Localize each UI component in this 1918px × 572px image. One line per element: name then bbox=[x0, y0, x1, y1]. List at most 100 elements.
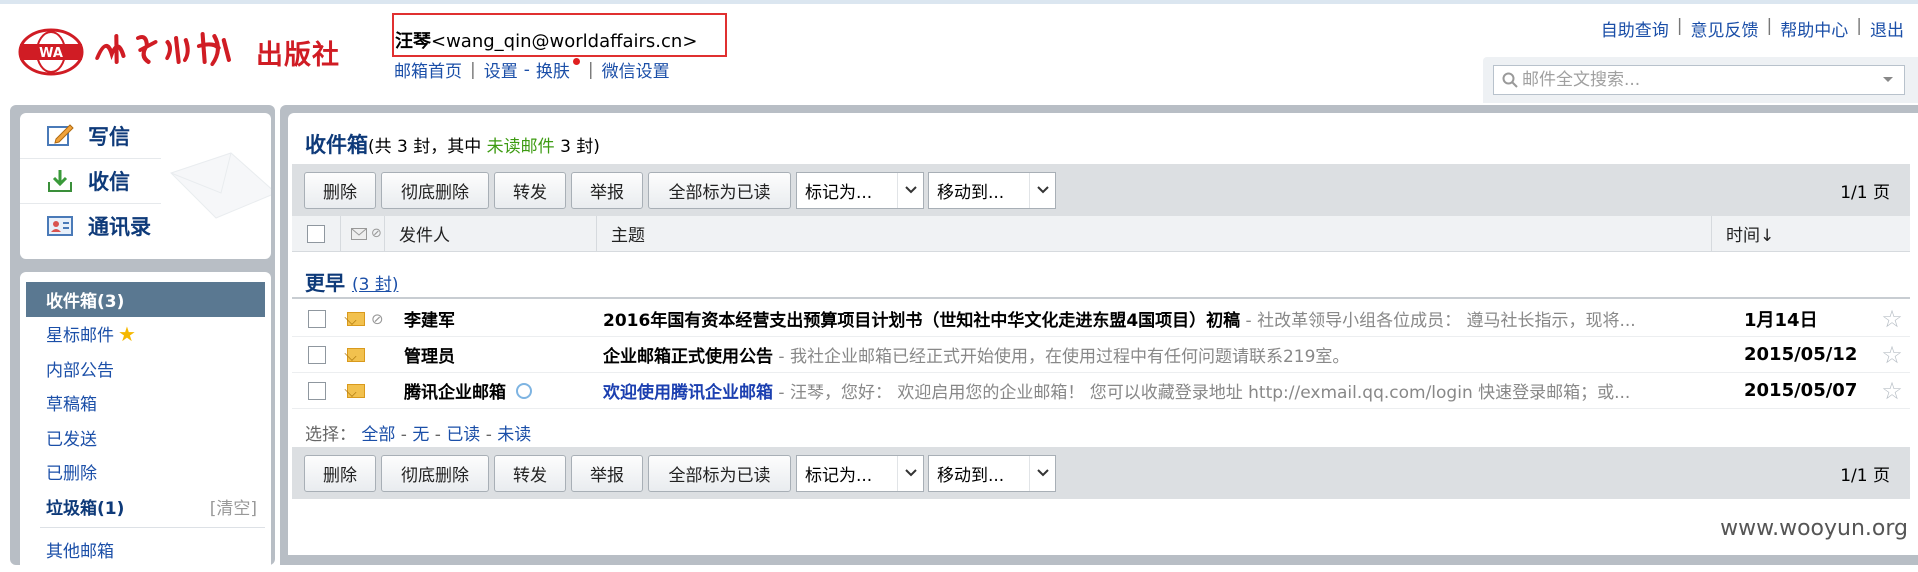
mark-as-select[interactable]: 标记为... bbox=[796, 455, 924, 492]
row-subject-title: 企业邮箱正式使用公告 bbox=[603, 347, 773, 367]
user-email: <wang_qin@worldaffairs.cn> bbox=[431, 31, 697, 52]
folder-other[interactable]: 其他邮箱 bbox=[26, 533, 265, 568]
star-toggle-icon[interactable]: ☆ bbox=[1874, 341, 1910, 369]
receive-button[interactable]: 收信 bbox=[20, 158, 161, 203]
skin-link[interactable]: 换肤 bbox=[536, 57, 570, 82]
compose-icon bbox=[46, 123, 74, 149]
attachment-icon: ⊘ bbox=[371, 310, 384, 328]
user-name: 汪琴 bbox=[395, 31, 431, 52]
delete-button[interactable]: 删除 bbox=[304, 172, 376, 209]
row-checkbox[interactable] bbox=[308, 310, 326, 328]
folder-inbox-label: 收件箱(3) bbox=[46, 287, 124, 312]
search-dropdown-icon[interactable] bbox=[1882, 76, 1894, 84]
pager: 1/1 页 bbox=[1840, 178, 1890, 203]
wa-emblem-icon: WA bbox=[18, 27, 84, 77]
folder-list: 收件箱(3) 星标邮件★ 内部公告 草稿箱 已发送 已删除 垃圾箱(1)[清空]… bbox=[20, 272, 271, 572]
row-subject[interactable]: 企业邮箱正式使用公告 - 我社企业邮箱已经正式开始使用，在使用过程中有任何问题请… bbox=[603, 342, 1734, 367]
time-column-header[interactable]: 时间↓ bbox=[1712, 216, 1910, 251]
select-all-cell bbox=[292, 216, 341, 251]
group-header: 更早 (3 封) bbox=[305, 267, 398, 296]
unread-link[interactable]: 未读邮件 bbox=[487, 137, 555, 157]
report-button[interactable]: 举报 bbox=[571, 455, 643, 492]
chevron-down-icon bbox=[1029, 173, 1055, 208]
mark-as-select[interactable]: 标记为... bbox=[796, 172, 924, 209]
group-divider bbox=[292, 297, 1910, 299]
folder-starred[interactable]: 星标邮件★ bbox=[26, 317, 265, 352]
row-date: 2015/05/07 bbox=[1734, 380, 1874, 401]
row-checkbox[interactable] bbox=[308, 382, 326, 400]
select-none-link[interactable]: 无 bbox=[412, 425, 429, 445]
mark-all-read-button[interactable]: 全部标为已读 bbox=[648, 172, 791, 209]
folder-internal-label: 内部公告 bbox=[46, 356, 114, 381]
search-input[interactable] bbox=[1518, 67, 1882, 93]
calligraphy-logo bbox=[91, 28, 248, 77]
folder-spam[interactable]: 垃圾箱(1)[清空] bbox=[26, 489, 265, 524]
settings-link[interactable]: 设置 bbox=[484, 57, 518, 82]
folder-divider bbox=[40, 527, 265, 528]
contacts-button[interactable]: 通讯录 bbox=[20, 203, 161, 248]
logout-link[interactable]: 退出 bbox=[1870, 16, 1904, 41]
move-to-select[interactable]: 移动到... bbox=[928, 172, 1056, 209]
row-subject[interactable]: 2016年国有资本经营支出预算项目计划书（世知社中华文化走进东盟4国项目）初稿 … bbox=[603, 306, 1734, 331]
star-toggle-icon[interactable]: ☆ bbox=[1874, 305, 1910, 333]
folder-drafts[interactable]: 草稿箱 bbox=[26, 386, 265, 421]
summary-prefix: (共 3 封，其中 bbox=[368, 137, 487, 157]
mail-row[interactable]: 管理员 企业邮箱正式使用公告 - 我社企业邮箱已经正式开始使用，在使用过程中有任… bbox=[292, 337, 1910, 373]
folder-deleted[interactable]: 已删除 bbox=[26, 455, 265, 490]
row-subject-title: 2016年国有资本经营支出预算项目计划书（世知社中华文化走进东盟4国项目）初稿 bbox=[603, 311, 1240, 331]
subject-column-header[interactable]: 主题 bbox=[597, 216, 1712, 251]
forward-button[interactable]: 转发 bbox=[494, 172, 566, 209]
clear-spam-link[interactable]: [清空] bbox=[210, 494, 257, 519]
help-center-link[interactable]: 帮助中心 bbox=[1780, 16, 1848, 41]
top-border bbox=[0, 0, 1918, 4]
compose-label: 写信 bbox=[88, 121, 130, 151]
select-read-link[interactable]: 已读 bbox=[446, 425, 480, 445]
forward-button[interactable]: 转发 bbox=[494, 455, 566, 492]
folder-starred-label: 星标邮件 bbox=[46, 321, 114, 346]
row-checkbox[interactable] bbox=[308, 346, 326, 364]
chevron-down-icon bbox=[897, 456, 923, 491]
purge-button[interactable]: 彻底删除 bbox=[381, 172, 489, 209]
mark-as-label: 标记为... bbox=[805, 461, 872, 486]
self-service-link[interactable]: 自助查询 bbox=[1601, 16, 1669, 41]
row-preview: - 汪琴，您好： 欢迎启用您的企业邮箱！ 您可以收藏登录地址 http://ex… bbox=[773, 383, 1630, 403]
selection-links: 选择： 全部 - 无 - 已读 - 未读 bbox=[305, 420, 531, 445]
star-toggle-icon[interactable]: ☆ bbox=[1874, 377, 1910, 405]
group-count-link[interactable]: (3 封) bbox=[352, 275, 398, 295]
toolbar-bottom: 删除 彻底删除 转发 举报 全部标为已读 标记为... 移动到... 1/1 页 bbox=[292, 447, 1910, 499]
mark-all-read-button[interactable]: 全部标为已读 bbox=[648, 455, 791, 492]
folder-internal[interactable]: 内部公告 bbox=[26, 351, 265, 386]
select-all-checkbox[interactable] bbox=[307, 225, 325, 243]
search-box bbox=[1493, 65, 1905, 95]
delete-button[interactable]: 删除 bbox=[304, 455, 376, 492]
selection-label: 选择： bbox=[305, 425, 356, 445]
select-all-link[interactable]: 全部 bbox=[361, 425, 395, 445]
row-subject[interactable]: 欢迎使用腾讯企业邮箱 - 汪琴，您好： 欢迎启用您的企业邮箱！ 您可以收藏登录地… bbox=[603, 378, 1734, 403]
folder-other-label: 其他邮箱 bbox=[46, 537, 114, 562]
mailbox-home-link[interactable]: 邮箱首页 bbox=[394, 57, 462, 82]
sender-column-header[interactable]: 发件人 bbox=[385, 216, 597, 251]
folder-sent[interactable]: 已发送 bbox=[26, 420, 265, 455]
search-icon bbox=[1502, 72, 1518, 88]
folder-inbox[interactable]: 收件箱(3) bbox=[26, 282, 265, 317]
move-to-label: 移动到... bbox=[937, 178, 1004, 203]
wechat-settings-link[interactable]: 微信设置 bbox=[602, 57, 670, 82]
toolbar-top: 删除 彻底删除 转发 举报 全部标为已读 标记为... 移动到... 1/1 页 bbox=[292, 164, 1910, 216]
row-preview: - 社改革领导小组各位成员： 遵马社长指示，现将... bbox=[1240, 311, 1636, 331]
receive-label: 收信 bbox=[88, 166, 130, 196]
feedback-link[interactable]: 意见反馈 bbox=[1691, 16, 1759, 41]
quick-actions: 写信 收信 通讯录 bbox=[20, 113, 271, 259]
move-to-select[interactable]: 移动到... bbox=[928, 455, 1056, 492]
mail-row[interactable]: 腾讯企业邮箱 欢迎使用腾讯企业邮箱 - 汪琴，您好： 欢迎启用您的企业邮箱！ 您… bbox=[292, 373, 1910, 409]
report-button[interactable]: 举报 bbox=[571, 172, 643, 209]
star-icon: ★ bbox=[118, 322, 136, 346]
move-to-label: 移动到... bbox=[937, 461, 1004, 486]
purge-button[interactable]: 彻底删除 bbox=[381, 455, 489, 492]
unread-envelope-icon bbox=[347, 312, 365, 326]
select-unread-link[interactable]: 未读 bbox=[497, 425, 531, 445]
user-links: 邮箱首页 | 设置 - 换肤 | 微信设置 bbox=[394, 57, 670, 82]
row-sender-name: 腾讯企业邮箱 bbox=[404, 378, 506, 403]
mail-row[interactable]: ⊘ 李建军 2016年国有资本经营支出预算项目计划书（世知社中华文化走进东盟4国… bbox=[292, 301, 1910, 337]
contacts-label: 通讯录 bbox=[88, 211, 151, 241]
mail-table-header: ⊘ 发件人 主题 时间↓ bbox=[292, 216, 1910, 252]
